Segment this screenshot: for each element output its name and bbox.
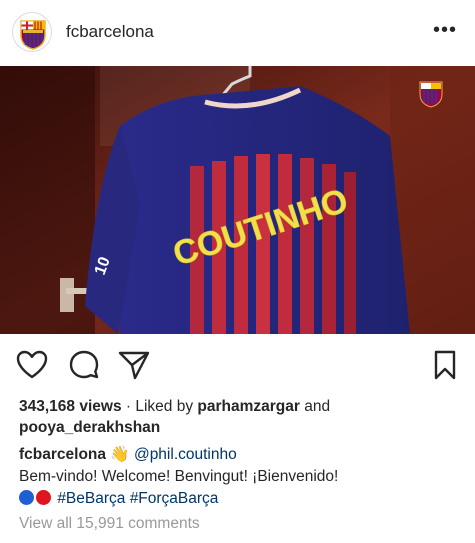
avatar[interactable] [12,12,52,52]
wave-emoji: 👋 [110,446,130,463]
mention-link[interactable]: @phil.coutinho [134,446,237,463]
liked-by-second-user[interactable]: pooya_derakhshan [19,419,160,436]
post-stats: 343,168 views · Liked by parhamzargar an… [19,396,459,438]
post-header: fcbarcelona ••• [0,0,475,64]
liked-by-user[interactable]: parhamzargar [197,398,300,415]
and-text: and [299,398,331,415]
bookmark-icon[interactable] [428,348,462,382]
paper-plane-icon[interactable] [117,348,151,382]
view-all-comments-link[interactable]: View all 15,991 comments [19,515,200,533]
post-photo[interactable]: COUTINHO 10 [0,66,475,334]
hashtags-link[interactable]: #BeBarça #ForçaBarça [57,490,218,507]
fcb-crest-icon [20,20,46,50]
header-username[interactable]: fcbarcelona [66,22,154,42]
comment-icon[interactable] [67,348,101,382]
heart-icon[interactable] [15,348,49,382]
blue-circle-icon [19,490,34,505]
caption-welcome-text: Bem-vindo! Welcome! Benvingut! ¡Bienveni… [19,468,339,485]
liked-by-prefix: · Liked by [121,398,198,415]
caption-username[interactable]: fcbarcelona [19,446,106,463]
action-bar [0,344,475,388]
view-count[interactable]: 343,168 views [19,398,122,415]
post-caption: fcbarcelona 👋 @phil.coutinho Bem-vindo! … [19,444,459,510]
more-options-icon[interactable]: ••• [433,20,457,40]
red-circle-icon [36,490,51,505]
